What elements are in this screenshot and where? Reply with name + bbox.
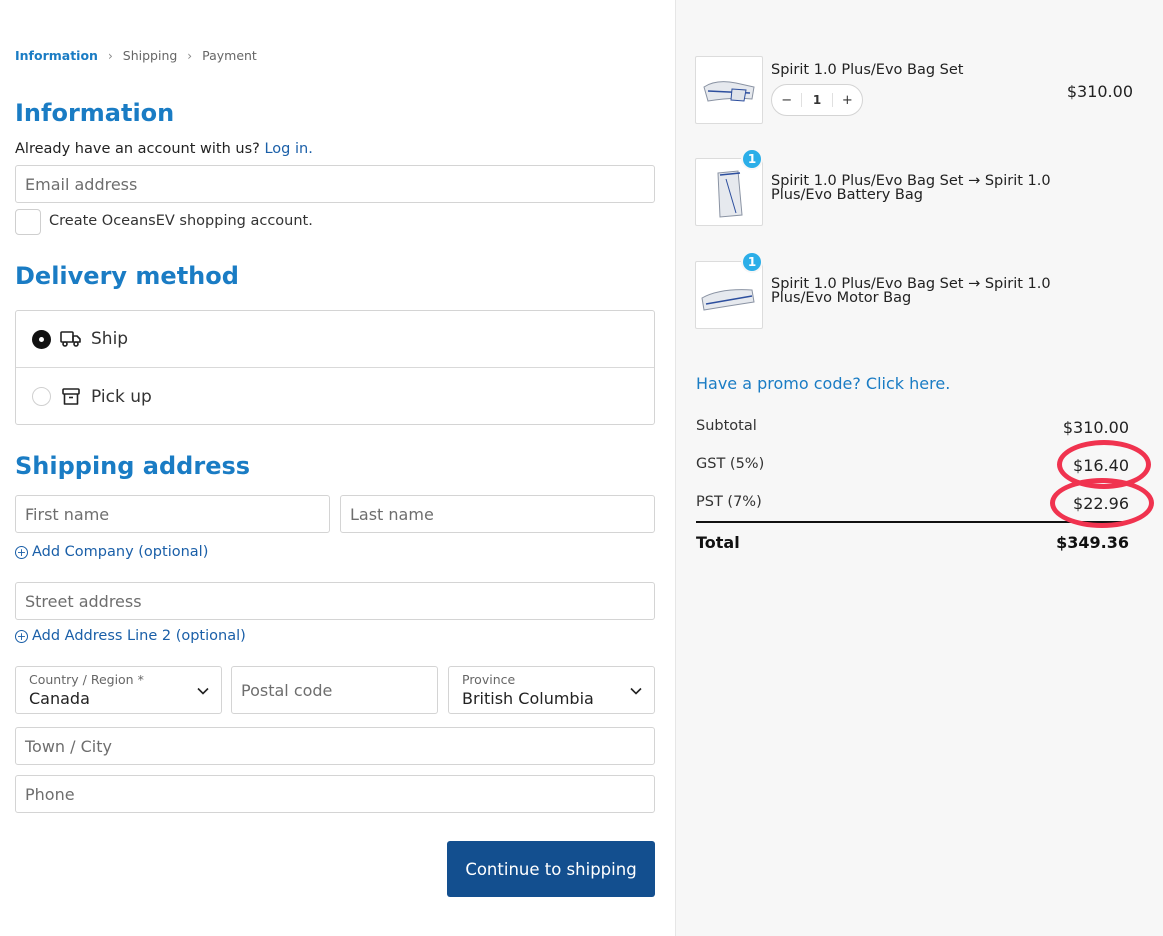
pst-label: PST (7%) [696,494,762,510]
ship-label: Ship [91,329,129,349]
delivery-option-pickup[interactable]: Pick up [16,368,654,425]
first-name-field[interactable]: First name [15,495,330,533]
promo-code-link[interactable]: Have a promo code? Click here. [696,374,950,393]
breadcrumb-shipping: Shipping [122,48,178,63]
delivery-method-options: Ship Pick up [15,310,655,425]
breadcrumb-chevron-icon: › [187,48,193,63]
subtotal-value: $310.00 [1062,418,1129,437]
quantity-value[interactable]: 1 [801,93,833,107]
login-link[interactable]: Log in. [264,141,312,157]
delivery-option-ship[interactable]: Ship [16,311,654,368]
province-value: British Columbia [462,689,594,708]
chevron-down-icon [197,687,209,695]
subtotal-row: Subtotal $310.00 [696,418,1129,437]
truck-icon [60,328,82,350]
add-company-link[interactable]: + Add Company (optional) [15,544,208,560]
quantity-increment-button[interactable]: + [833,93,862,108]
pst-highlight-circle [1050,478,1154,528]
last-name-field[interactable]: Last name [340,495,655,533]
country-select[interactable]: Country / Region * Canada [15,666,222,714]
product-thumbnail [695,56,763,124]
quantity-decrement-button[interactable]: − [772,93,801,108]
plus-circle-icon: + [15,545,28,559]
add-address-line2-link[interactable]: + Add Address Line 2 (optional) [15,628,246,644]
create-account-label: Create OceansEV shopping account. [49,213,313,229]
city-field[interactable]: Town / City [15,727,655,765]
plus-circle-icon: + [15,629,28,643]
archive-box-icon [60,386,82,408]
shipping-address-heading: Shipping address [15,452,251,480]
gst-label: GST (5%) [696,456,765,472]
total-label: Total [696,533,740,552]
email-field[interactable]: Email address [15,165,655,203]
item-quantity-badge: 1 [741,148,763,170]
subtotal-label: Subtotal [696,418,757,434]
item-quantity-badge: 1 [741,251,763,273]
summary-divider [696,521,1129,523]
province-select[interactable]: Province British Columbia [448,666,655,714]
cart-item-name: Spirit 1.0 Plus/Evo Bag Set [771,62,964,78]
checkout-form-panel: Information › Shipping › Payment Informa… [0,0,675,936]
order-summary-panel: Spirit 1.0 Plus/Evo Bag Set $310.00 − 1 … [675,0,1163,936]
add-address-line2-label: Add Address Line 2 (optional) [32,628,246,644]
account-prompt-text: Already have an account with us? [15,141,260,157]
total-value: $349.36 [1056,533,1129,552]
pickup-radio[interactable] [32,387,51,406]
breadcrumb-chevron-icon: › [107,48,113,63]
postal-code-field[interactable]: Postal code [231,666,438,714]
ship-radio[interactable] [32,329,51,349]
pickup-label: Pick up [91,386,152,407]
add-company-label: Add Company (optional) [32,544,209,560]
province-label: Province [462,672,516,687]
breadcrumb: Information › Shipping › Payment [15,48,257,63]
cart-item-name: Spirit 1.0 Plus/Evo Bag Set → Spirit 1.0… [771,173,1051,203]
quantity-stepper: − 1 + [771,84,863,116]
breadcrumb-information[interactable]: Information [15,48,98,63]
total-row: Total $349.36 [696,533,1129,552]
continue-to-shipping-button[interactable]: Continue to shipping [447,841,655,897]
account-prompt: Already have an account with us? Log in. [15,141,313,157]
create-account-checkbox[interactable] [15,209,41,235]
country-label: Country / Region * [29,672,144,687]
phone-field[interactable]: Phone [15,775,655,813]
cart-item-price: $310.00 [1066,82,1133,101]
cart-item-name: Spirit 1.0 Plus/Evo Bag Set → Spirit 1.0… [771,276,1051,306]
delivery-method-heading: Delivery method [15,262,239,290]
street-address-field[interactable]: Street address [15,582,655,620]
country-value: Canada [29,689,90,708]
chevron-down-icon [630,687,642,695]
breadcrumb-payment: Payment [202,48,257,63]
bag-set-image [703,81,755,102]
information-heading: Information [15,99,175,127]
